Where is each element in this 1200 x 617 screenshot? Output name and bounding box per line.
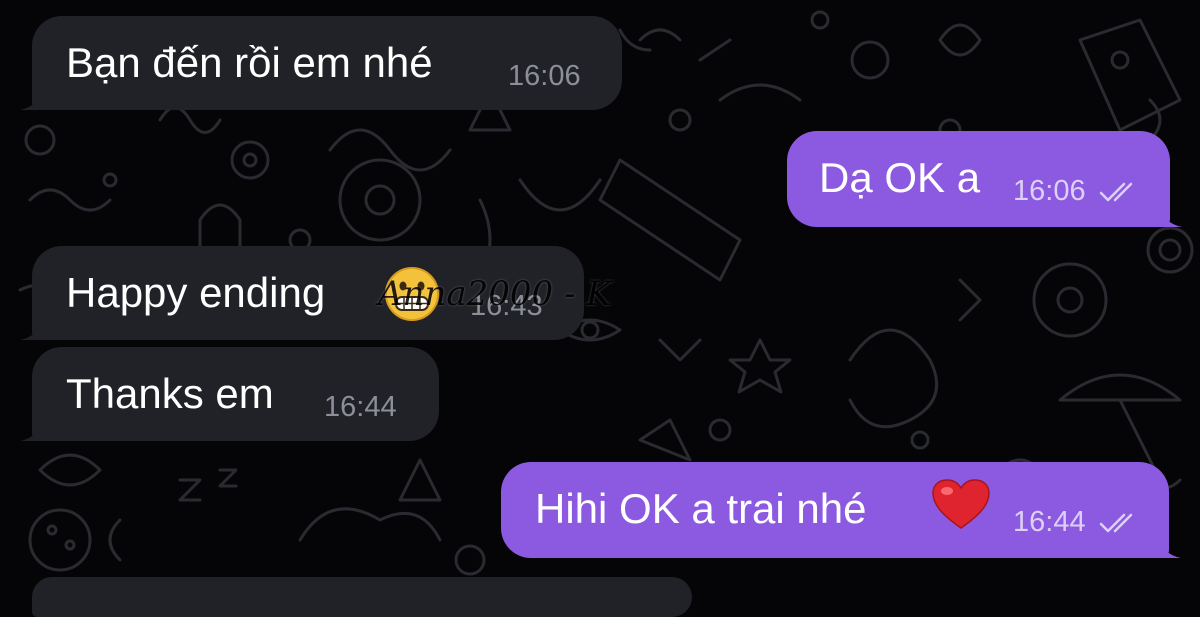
red-heart-emoji-icon: [932, 479, 990, 529]
outgoing-message-bubble[interactable]: Dạ OK a 16:06: [787, 131, 1182, 227]
incoming-message-bubble-partial[interactable]: [32, 577, 692, 617]
incoming-message-bubble[interactable]: Bạn đến rồi em nhé 16:06: [20, 16, 622, 110]
bubble-tail: [20, 318, 40, 340]
message-text: Happy ending: [66, 269, 326, 316]
bubble-tail: [20, 419, 40, 441]
read-double-check-icon: [1099, 513, 1133, 533]
bubble-tail: [20, 88, 40, 110]
read-double-check-icon: [1099, 182, 1133, 202]
bubble-tail: [1162, 205, 1182, 227]
bubble-tail: [1161, 536, 1181, 558]
message-time: 16:44: [324, 391, 397, 423]
watermark-text: Anna2000 - K: [378, 274, 612, 314]
outgoing-message-bubble[interactable]: Hihi OK a trai nhé 16:44: [501, 462, 1181, 558]
message-text: Hihi OK a trai nhé: [535, 485, 867, 532]
message-time: 16:06: [1013, 175, 1086, 207]
message-time: 16:06: [508, 60, 581, 92]
message-text: Thanks em: [66, 370, 274, 417]
message-text: Bạn đến rồi em nhé: [66, 39, 433, 86]
message-time: 16:44: [1013, 506, 1086, 538]
incoming-message-bubble[interactable]: Thanks em 16:44: [20, 347, 439, 441]
message-text: Dạ OK a: [819, 154, 981, 201]
